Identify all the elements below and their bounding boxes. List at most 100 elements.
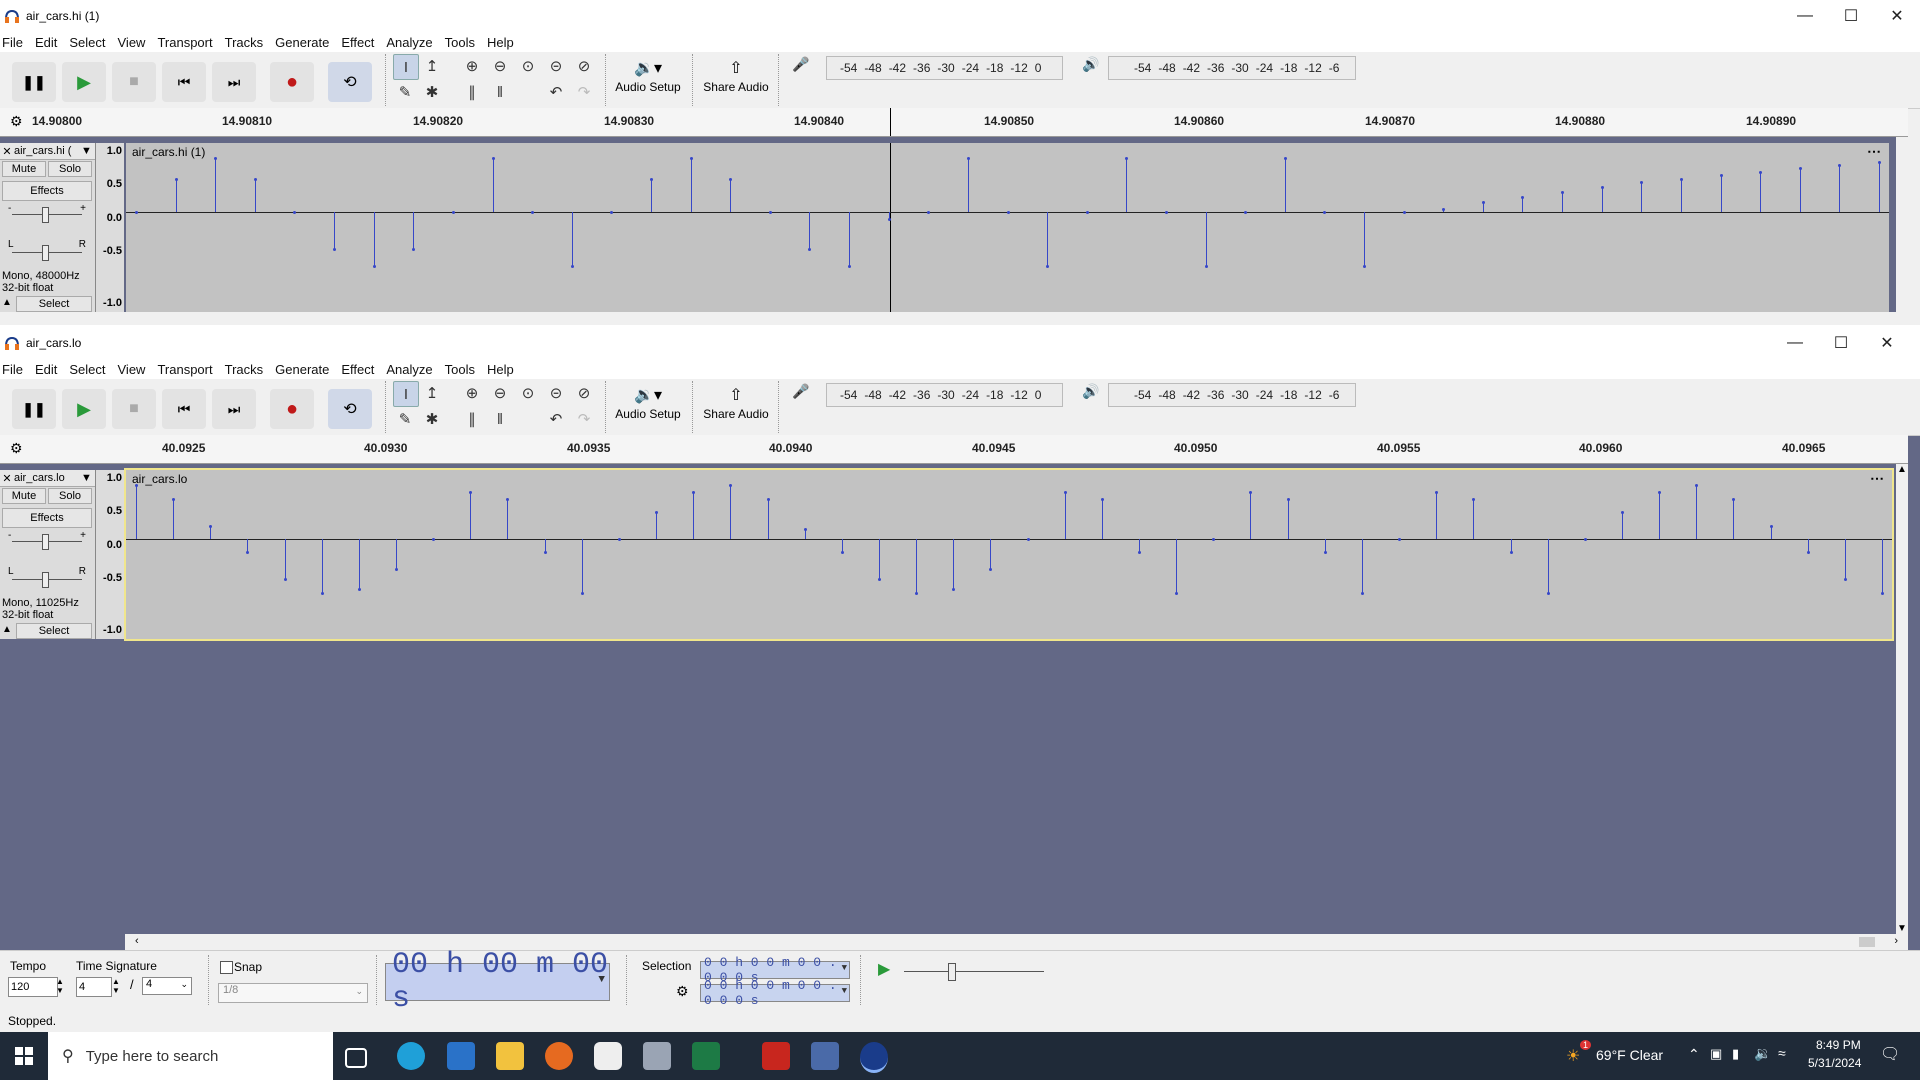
sample-point[interactable] [1695,484,1699,488]
acrobat-icon[interactable] [762,1042,790,1070]
menu-generate[interactable]: Generate [273,362,335,377]
play-button[interactable]: ▶ [62,62,106,102]
selection-tool[interactable]: I [393,381,419,407]
fit-selection-icon[interactable]: ⊙ [516,54,540,78]
play-speed-slider[interactable] [904,961,1044,981]
record-meter-icon[interactable]: 🎤 [792,383,809,400]
skip-end-button[interactable]: ⏭ [212,62,256,102]
record-button[interactable]: ● [270,62,314,102]
menu-transport[interactable]: Transport [155,362,218,377]
fit-project-icon[interactable]: ⊝ [544,54,568,78]
menu-effect[interactable]: Effect [339,362,380,377]
sample-point[interactable] [1759,170,1763,174]
menu-help[interactable]: Help [485,35,520,50]
sample-point[interactable] [989,568,993,572]
scroll-thumb[interactable] [1859,937,1875,947]
time-signature-denominator[interactable]: 4 ⌄ [142,977,192,995]
track-name[interactable]: air_cars.lo [14,472,81,484]
sample-point[interactable] [172,497,176,501]
timeline-settings-icon[interactable]: ⚙ [10,440,23,457]
sample-point[interactable] [927,211,931,214]
close-icon[interactable]: ✕ [1864,327,1910,359]
zoom-out-icon[interactable]: ⊖ [488,381,512,405]
edge-icon[interactable] [397,1042,425,1070]
file-explorer-icon[interactable] [496,1042,524,1070]
track-close-icon[interactable]: ✕ [0,472,14,485]
sample-point[interactable] [1481,200,1485,204]
share-audio-button[interactable]: ⇧ Share Audio [700,385,772,431]
selection-settings-icon[interactable]: ⚙ [676,983,689,1000]
calculator-icon[interactable] [811,1042,839,1070]
share-audio-button[interactable]: ⇧ Share Audio [700,58,772,104]
sample-point[interactable] [1521,196,1525,200]
sample-point[interactable] [1100,497,1104,501]
zoom-out-icon[interactable]: ⊖ [488,54,512,78]
volume-icon[interactable]: 🔉 [1754,1045,1771,1062]
title-bar[interactable]: air_cars.hi (1) — ☐ ✕ [0,0,1920,32]
sample-point[interactable] [357,588,361,592]
pan-thumb[interactable] [42,245,49,261]
wifi-icon[interactable]: ≈ [1778,1045,1786,1061]
sample-point[interactable] [333,247,337,251]
sample-point[interactable] [1063,491,1067,495]
sample-point[interactable] [135,211,138,214]
menu-tools[interactable]: Tools [443,362,481,377]
zoom-in-icon[interactable]: ⊕ [460,381,484,405]
maximize-icon[interactable]: ☐ [1818,327,1864,359]
sample-point[interactable] [1561,190,1565,194]
clip-name[interactable]: air_cars.hi (1) [132,145,206,159]
sample-point[interactable] [253,177,257,181]
sample-point[interactable] [1249,491,1253,495]
sample-point[interactable] [1843,578,1847,582]
sample-point[interactable] [432,538,436,541]
undo-icon[interactable]: ↶ [544,407,568,431]
chevron-down-icon[interactable]: ▼ [842,986,847,996]
sample-point[interactable] [952,588,956,592]
sample-point[interactable] [1323,211,1327,214]
clip-name[interactable]: air_cars.lo [132,472,188,486]
python-icon[interactable] [643,1042,671,1070]
sample-point[interactable] [1881,591,1884,595]
selection-end[interactable]: 0 0 h 0 0 m 0 0 . 0 0 0 s ▼ [700,978,850,1008]
sample-point[interactable] [1435,491,1439,495]
chevron-down-icon[interactable]: ▼ [842,963,847,973]
time-signature-numerator[interactable] [76,977,112,997]
scroll-up-icon[interactable]: ▲ [1897,464,1907,475]
sample-point[interactable] [1212,538,1216,541]
sample-point[interactable] [1679,177,1683,181]
sample-point[interactable] [412,247,416,251]
sample-point[interactable] [1732,497,1736,501]
sample-point[interactable] [1363,264,1367,268]
minimize-icon[interactable]: — [1782,0,1828,32]
select-button[interactable]: Select [16,623,92,639]
sample-point[interactable] [808,247,812,251]
collapse-icon[interactable]: ▲ [2,624,12,635]
sample-point[interactable] [1085,211,1089,214]
sample-point[interactable] [1204,264,1208,268]
timeline-ruler[interactable]: ⚙ 14.90800 14.90810 14.90820 14.90830 14… [0,108,1908,137]
sample-point[interactable] [1244,211,1248,214]
menu-tools[interactable]: Tools [443,35,481,50]
clip-menu-icon[interactable]: ⋯ [1870,470,1884,487]
play-button[interactable]: ▶ [62,389,106,429]
pause-button[interactable]: ❚❚ [12,389,56,429]
sample-point[interactable] [1442,207,1446,211]
menu-edit[interactable]: Edit [33,362,63,377]
envelope-tool[interactable]: ↥ [420,381,444,405]
redo-icon[interactable]: ↷ [572,407,596,431]
sample-point[interactable] [246,551,250,555]
sample-point[interactable] [617,538,621,541]
sample-point[interactable] [1546,591,1550,595]
effects-button[interactable]: Effects [2,181,92,201]
snap-checkbox[interactable] [220,961,233,974]
sample-point[interactable] [174,177,178,181]
sample-point[interactable] [1806,551,1810,555]
sample-point[interactable] [1046,264,1050,268]
sample-point[interactable] [580,591,584,595]
menu-help[interactable]: Help [485,362,520,377]
record-meter-icon[interactable]: 🎤 [792,56,809,73]
timeline-ruler[interactable]: ⚙ 40.0925 40.0930 40.0935 40.0940 40.094… [0,435,1908,464]
store-icon[interactable] [447,1042,475,1070]
stop-button[interactable]: ■ [112,389,156,429]
fit-selection-icon[interactable]: ⊙ [516,381,540,405]
